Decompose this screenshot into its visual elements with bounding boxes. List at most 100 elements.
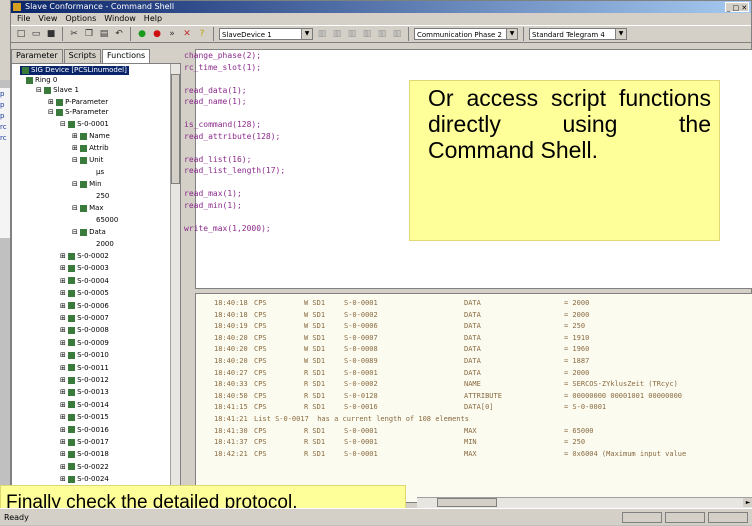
tree-node-idn[interactable]: ⊞ S-0-0016 <box>60 426 109 435</box>
tree-node-element[interactable]: ⊞ Attrib <box>72 144 109 153</box>
toolbar-divider <box>130 27 131 41</box>
tree-node-root[interactable]: SIG Device [PCSLinumodel] <box>20 66 129 75</box>
menu-view[interactable]: View <box>38 13 57 24</box>
tab-functions[interactable]: Functions <box>102 49 151 63</box>
tree-node-idn[interactable]: ⊞ S-0-0003 <box>60 264 109 273</box>
chevron-right-icon[interactable]: ► <box>743 498 752 507</box>
tree-node-idn[interactable]: ⊞ S-0-0013 <box>60 388 109 397</box>
script-line <box>184 142 414 154</box>
tree-node-idn[interactable]: ⊞ S-0-0008 <box>60 326 109 335</box>
log-kind: ATTRIBUTE <box>464 391 502 400</box>
help-icon[interactable]: ? <box>196 28 208 40</box>
tree-node-idn[interactable]: ⊞ S-0-0010 <box>60 351 109 360</box>
log-kind: MAX <box>464 426 477 435</box>
tree-node-label: SIG Device [PCSLinumodel] <box>31 66 127 74</box>
log-src: CPS <box>254 299 267 307</box>
script-line: read_list_length(17); <box>184 166 286 175</box>
scrollbar-thumb[interactable] <box>171 74 180 184</box>
layout-icon[interactable]: ▥ <box>376 28 388 40</box>
tree-node-value: µs <box>96 168 105 176</box>
tree-node-idn[interactable]: ⊞ S-0-0022 <box>60 463 109 472</box>
log-val: = 00000000 00001001 00000000 <box>564 391 683 400</box>
menu-file[interactable]: File <box>17 13 30 24</box>
tree-node-ring[interactable]: Ring 0 <box>26 76 57 85</box>
log-time: 18:40:18 <box>214 299 248 307</box>
tree-node-slave[interactable]: ⊟ Slave 1 <box>36 86 79 95</box>
log-val: = 2000 <box>564 368 590 377</box>
layout-icon[interactable]: ▥ <box>361 28 373 40</box>
tree-node-idn[interactable]: ⊟ S-0-0001 <box>60 120 109 129</box>
tree-node-label: Ring 0 <box>35 76 58 84</box>
device-select[interactable]: SlaveDevice 1 ▼ <box>219 28 313 40</box>
tree-node-label: S-0-0010 <box>77 351 109 360</box>
menu-window[interactable]: Window <box>104 13 136 24</box>
callout-command-shell: Or access script functions directly usin… <box>409 80 720 241</box>
log-kind: DATA[0] <box>464 403 494 412</box>
toolbar-divider <box>408 27 409 41</box>
tab-scripts[interactable]: Scripts <box>63 49 101 63</box>
chevron-down-icon[interactable]: ▼ <box>301 29 312 39</box>
script-line <box>184 73 414 85</box>
tree-node-element[interactable]: ⊟ Unit <box>72 156 103 165</box>
tree-node-idn[interactable]: ⊞ S-0-0006 <box>60 302 109 311</box>
paste-icon[interactable]: ▤ <box>98 28 110 40</box>
cut-icon[interactable]: ✂ <box>68 28 80 40</box>
log-val: = 2000 <box>564 299 590 307</box>
log-val: = 1960 <box>564 345 590 354</box>
parameter-icon <box>68 450 76 458</box>
tree-node-idn[interactable]: ⊞ S-0-0014 <box>60 401 109 410</box>
tree-node-idn[interactable]: ⊞ S-0-0018 <box>60 450 109 459</box>
tree-node-idn[interactable]: ⊞ S-0-0017 <box>60 438 109 447</box>
window-controls[interactable]: _ □ ✕ <box>725 2 749 12</box>
tree-node-element[interactable]: ⊞ Name <box>72 132 110 141</box>
tree-node-idn[interactable]: ⊞ S-0-0024 <box>60 475 109 484</box>
tree-node-idn[interactable]: ⊞ S-0-0004 <box>60 277 109 286</box>
layout-icon[interactable]: ▥ <box>331 28 343 40</box>
chevron-down-icon[interactable]: ▼ <box>506 29 517 39</box>
step-icon[interactable]: » <box>166 28 178 40</box>
tree-node-idn[interactable]: ⊞ S-0-0009 <box>60 339 109 348</box>
tree-node-label: Unit <box>89 156 104 164</box>
tree-node-element[interactable]: ⊟ Max <box>72 204 104 213</box>
copy-icon[interactable]: ❐ <box>83 28 95 40</box>
tree-scrollbar[interactable] <box>170 64 180 502</box>
delete-icon[interactable]: ✕ <box>181 28 193 40</box>
log-kind: DATA <box>464 333 481 342</box>
tab-parameter[interactable]: Parameter <box>11 49 63 63</box>
save-icon[interactable]: ■ <box>45 28 57 40</box>
tree-node-idn[interactable]: ⊞ S-0-0015 <box>60 413 109 422</box>
phase-select[interactable]: Communication Phase 2 ▼ <box>414 28 518 40</box>
tree-node-element[interactable]: ⊟ Min <box>72 180 102 189</box>
title-bar[interactable]: Slave Conformance - Command Shell _ □ ✕ <box>11 1 751 13</box>
tree-node-idn[interactable]: ⊞ S-0-0005 <box>60 289 109 298</box>
menu-help[interactable]: Help <box>144 13 162 24</box>
parameter-icon <box>68 277 76 285</box>
new-icon[interactable]: □ <box>15 28 27 40</box>
tree-node-label: S-0-0009 <box>77 338 109 347</box>
tree-node-idn[interactable]: ⊞ S-0-0002 <box>60 252 109 261</box>
scrollbar-thumb[interactable] <box>437 498 497 507</box>
chevron-down-icon[interactable]: ▼ <box>615 29 626 39</box>
parameter-icon <box>68 388 76 396</box>
layout-icon[interactable]: ▥ <box>316 28 328 40</box>
tree-node-idn[interactable]: ⊞ S-0-0007 <box>60 314 109 323</box>
undo-icon[interactable]: ↶ <box>113 28 125 40</box>
open-icon[interactable]: ▭ <box>30 28 42 40</box>
run-icon[interactable]: ● <box>136 28 148 40</box>
layout-icon[interactable]: ▥ <box>391 28 403 40</box>
tree-node-label: S-0-0017 <box>77 438 109 446</box>
log-rw: W SD1 <box>304 322 326 331</box>
telegram-select[interactable]: Standard Telegram 4 ▼ <box>529 28 627 40</box>
tree-node-idn[interactable]: ⊞ S-0-0012 <box>60 376 109 385</box>
log-rw: R SD1 <box>304 391 326 400</box>
stop-icon[interactable]: ● <box>151 28 163 40</box>
tree-node-label: S-0-0018 <box>77 450 109 459</box>
tree-node-element[interactable]: ⊟ Data <box>72 228 106 237</box>
log-val: = S-0-0001 <box>564 403 607 412</box>
menu-options[interactable]: Options <box>65 13 96 24</box>
tree-node-idn[interactable]: ⊞ S-0-0011 <box>60 364 109 373</box>
layout-icon[interactable]: ▥ <box>346 28 358 40</box>
log-hscrollbar[interactable]: ► <box>417 497 752 508</box>
tree-node-group[interactable]: ⊞ P-Parameter <box>48 98 108 107</box>
tree-node-group[interactable]: ⊟ S-Parameter <box>48 108 108 117</box>
